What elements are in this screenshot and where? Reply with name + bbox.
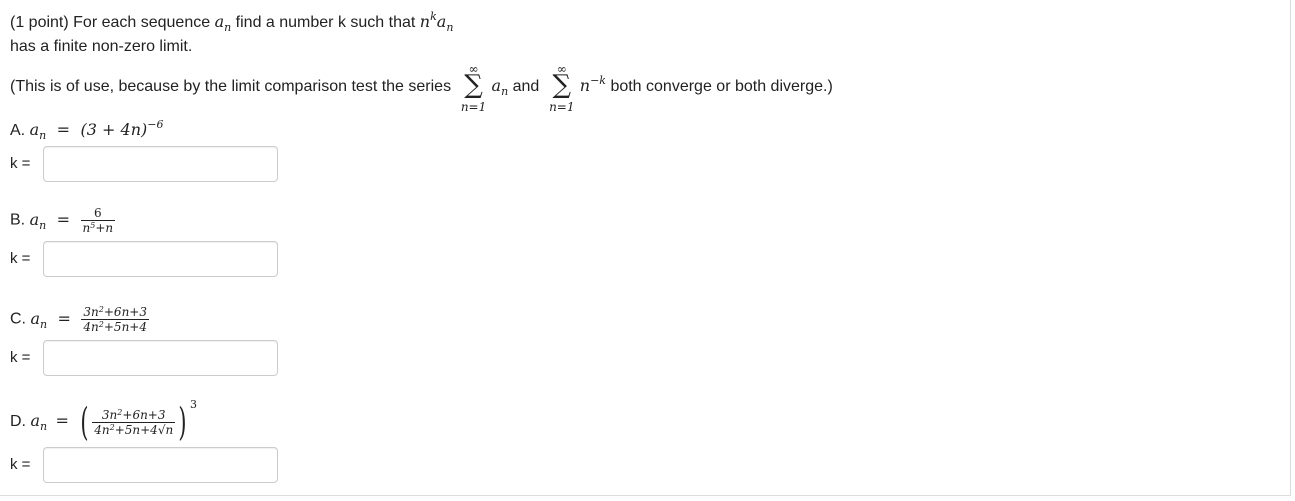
part-c-k-input[interactable] (43, 340, 278, 376)
part-b-letter: B. (10, 211, 26, 229)
part-d-k-label: k = (10, 456, 31, 473)
sequence-symbol: an (214, 12, 232, 34)
intro-points-text: (1 point) For each sequence (10, 14, 211, 31)
note-start-text: (This is of use, because by the limit co… (10, 78, 452, 96)
part-d-denominator: 4n2+5n+4√n (94, 421, 174, 437)
part-a-letter: A. (10, 122, 26, 139)
part-a-question: A. an = (3 + 4n)−6 (10, 118, 164, 142)
intro-mid-text: find a number k such that (235, 14, 416, 31)
note-and-text: and (512, 78, 540, 96)
part-d-left-paren: ( (80, 400, 89, 444)
part-c-k-label: k = (10, 349, 31, 366)
part-d-exponent: 3 (190, 398, 198, 412)
part-c-an: an (30, 308, 48, 331)
part-c-question: C. an = 3n2+6n+3 4n2+5n+4 (10, 305, 149, 334)
part-d-fraction: 3n2+6n+3 4n2+5n+4√n (92, 408, 176, 437)
sum-n-neg-k: ∞ ∑ n=1 (549, 62, 575, 114)
part-b-an: an (29, 209, 47, 232)
problem-intro-line2: has a finite non-zero limit. (10, 38, 193, 55)
part-d-question: D. an = ( 3n2+6n+3 4n2+5n+4√n ) 3 (10, 398, 198, 444)
note-end-text: both converge or both diverge.) (610, 78, 833, 96)
problem-intro-line1: (1 point) For each sequence an find a nu… (10, 10, 454, 34)
part-b-numerator: 6 (80, 206, 116, 221)
part-a-expression: (3 + 4n)−6 (80, 118, 164, 139)
sum-an: ∞ ∑ n=1 (460, 62, 487, 114)
part-a-k-input[interactable] (43, 146, 278, 182)
part-c-letter: C. (10, 310, 26, 328)
part-d-k-input[interactable] (43, 447, 278, 483)
part-d-right-paren: ) (178, 400, 187, 444)
part-b-k-label: k = (10, 250, 31, 267)
part-b-k-input[interactable] (43, 241, 278, 277)
part-a-k-label: k = (10, 155, 31, 172)
sum-n-neg-k-term: n−k (579, 74, 606, 96)
part-d-an: an (30, 411, 48, 434)
sum-an-term: an (491, 76, 509, 99)
part-c-fraction: 3n2+6n+3 4n2+5n+4 (81, 305, 149, 334)
part-a-an: an (29, 120, 47, 142)
part-c-numerator: 3n2+6n+3 (81, 305, 149, 320)
comparison-note: (This is of use, because by the limit co… (10, 62, 833, 114)
nk-an-expression: nkan (419, 10, 454, 34)
part-d-numerator: 3n2+6n+3 (92, 408, 176, 423)
part-d-letter: D. (10, 413, 26, 431)
part-b-fraction: 6 n5+n (80, 206, 116, 235)
part-b-question: B. an = 6 n5+n (10, 206, 116, 235)
part-c-denominator: 4n2+5n+4 (83, 320, 147, 334)
part-b-denominator: n5+n (82, 221, 114, 235)
